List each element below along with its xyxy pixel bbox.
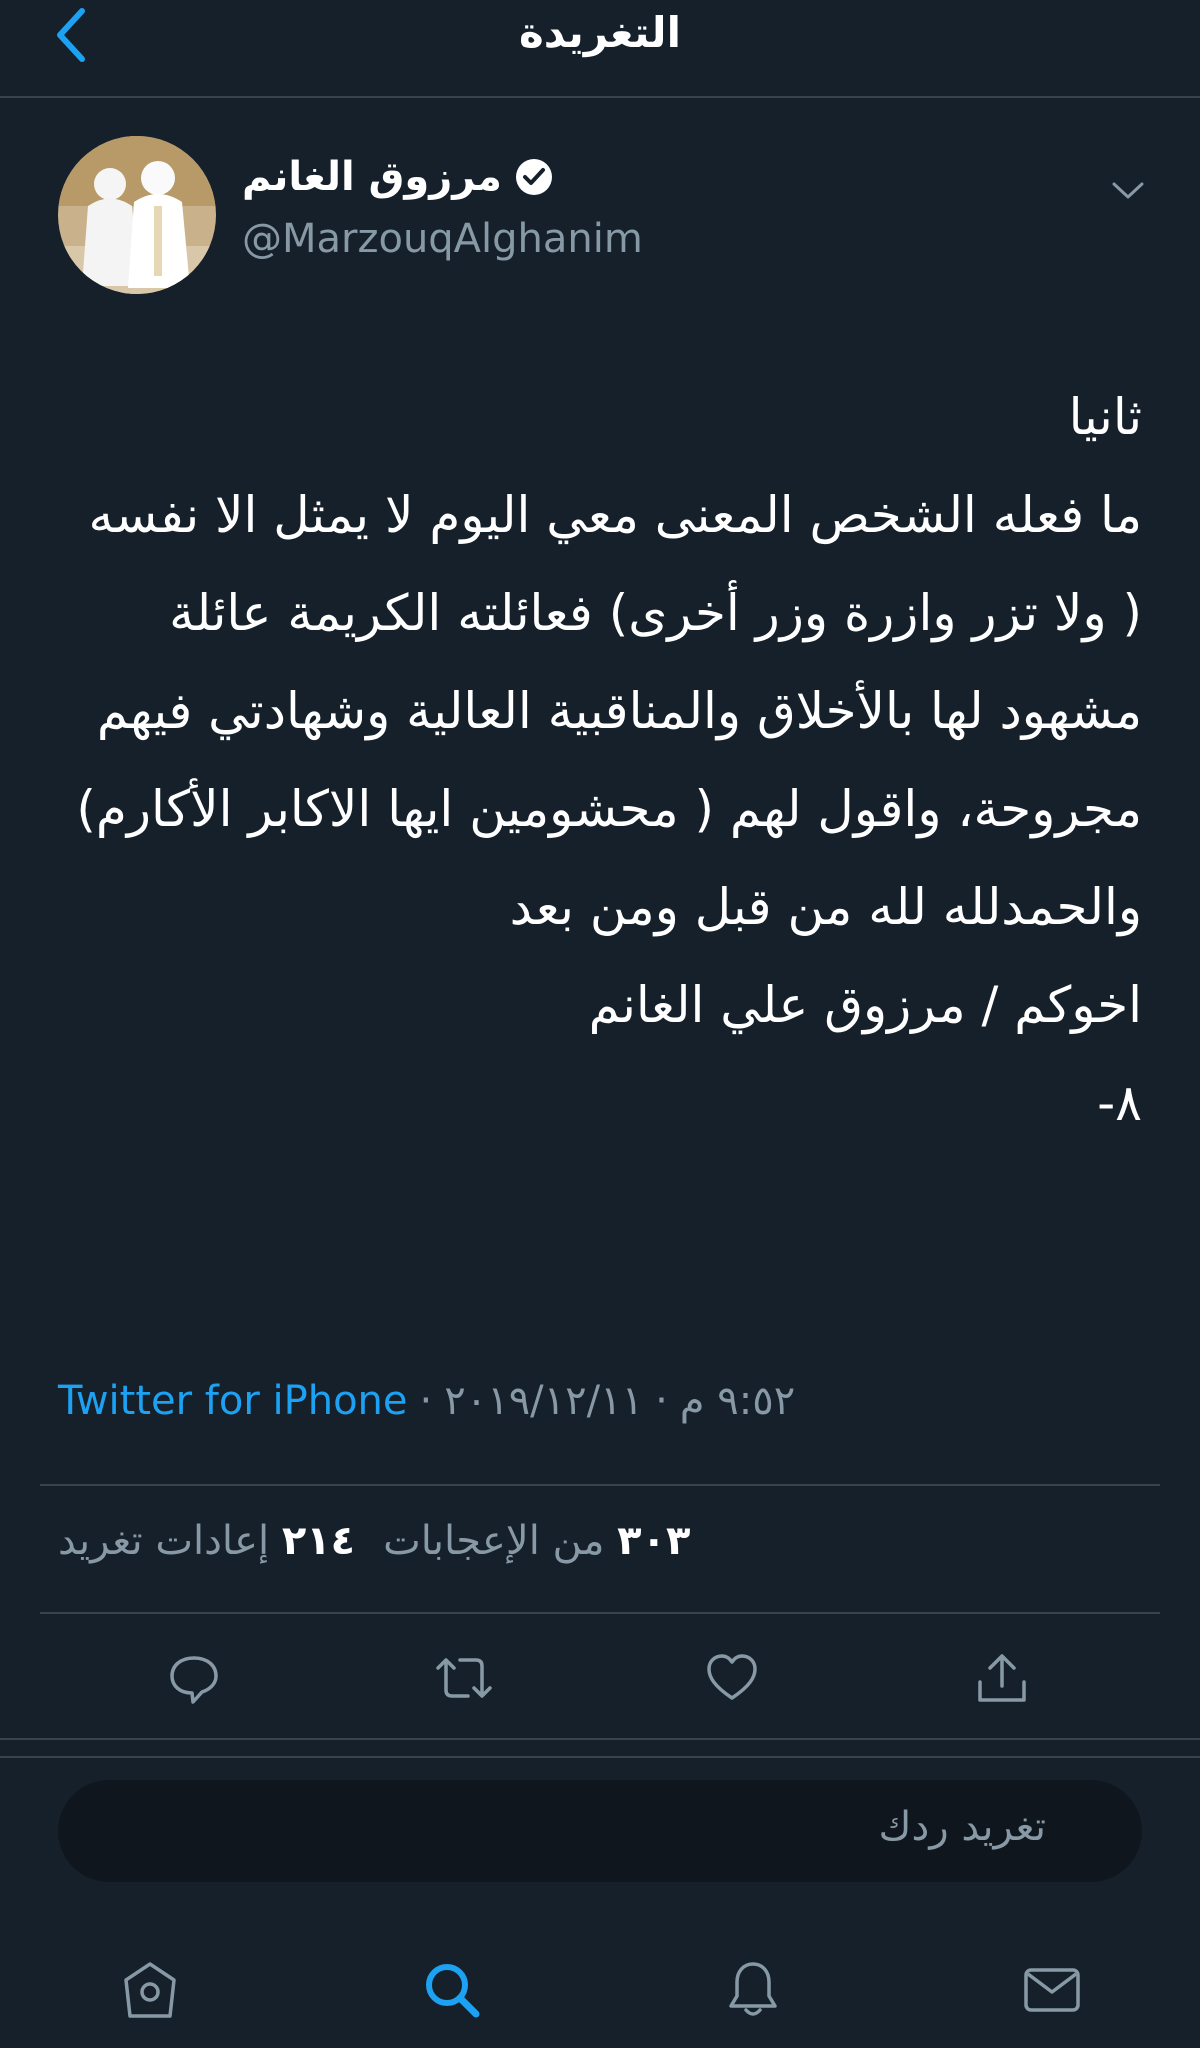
likes-label: من الإعجابات (383, 1518, 605, 1564)
top-bar: التغريدة (0, 0, 1200, 98)
share-button[interactable] (962, 1638, 1042, 1718)
mail-icon (1024, 1968, 1080, 2012)
tweet-date: ٢٠١٩/١٢/١١ (444, 1378, 644, 1424)
action-bar (0, 1638, 1200, 1718)
tab-home[interactable] (110, 1950, 190, 2030)
reply-input[interactable]: تغريد ردك (58, 1780, 1142, 1882)
tab-search[interactable] (412, 1950, 492, 2030)
tab-messages[interactable] (1012, 1950, 1092, 2030)
meta-separator: · (655, 1378, 668, 1424)
verified-badge-icon (515, 159, 552, 195)
retweets-stat[interactable]: ٢١٤ إعادات تغريد (58, 1518, 355, 1564)
divider (40, 1612, 1160, 1614)
heart-icon (707, 1654, 757, 1700)
divider (0, 1738, 1200, 1740)
author-name[interactable]: مرزوق الغانم (242, 154, 554, 200)
tweet-meta: Twitter for iPhone · ٢٠١٩/١٢/١١ · ٩:٥٢ م (58, 1378, 795, 1424)
avatar[interactable] (58, 136, 216, 294)
divider (40, 1484, 1160, 1486)
likes-count: ٣٠٣ (617, 1518, 691, 1564)
tweet-text: ثانيا ما فعله الشخص المعنى معي اليوم لا … (76, 388, 1142, 1132)
chevron-down-icon (1112, 182, 1144, 199)
share-icon (978, 1654, 1026, 1702)
home-icon (124, 1962, 176, 2018)
page-title: التغريدة (519, 8, 681, 57)
tweet-stats: ٣٠٣ من الإعجابات ٢١٤ إعادات تغريد (58, 1518, 690, 1564)
reply-button[interactable] (154, 1638, 234, 1718)
author-name-text: مرزوق الغانم (242, 154, 502, 200)
tab-notifications[interactable] (713, 1950, 793, 2030)
bell-icon (729, 1962, 777, 2016)
more-options-button[interactable] (1108, 170, 1148, 210)
comment-icon (170, 1656, 218, 1704)
bottom-tab-bar (0, 1920, 1200, 2048)
tweet-time: ٩:٥٢ م (679, 1378, 796, 1424)
retweets-label: إعادات تغريد (58, 1518, 270, 1564)
retweet-button[interactable] (424, 1638, 504, 1718)
retweet-icon (436, 1658, 492, 1698)
meta-separator: · (419, 1378, 433, 1424)
search-icon (426, 1964, 480, 2018)
retweets-count: ٢١٤ (281, 1518, 356, 1564)
author-handle[interactable]: @MarzouqAlghanim (242, 216, 643, 262)
divider (0, 1756, 1200, 1758)
tweet-source-link[interactable]: Twitter for iPhone (58, 1378, 408, 1424)
likes-stat[interactable]: ٣٠٣ من الإعجابات (383, 1518, 690, 1564)
like-button[interactable] (692, 1638, 772, 1718)
reply-placeholder: تغريد ردك (878, 1804, 1046, 1850)
